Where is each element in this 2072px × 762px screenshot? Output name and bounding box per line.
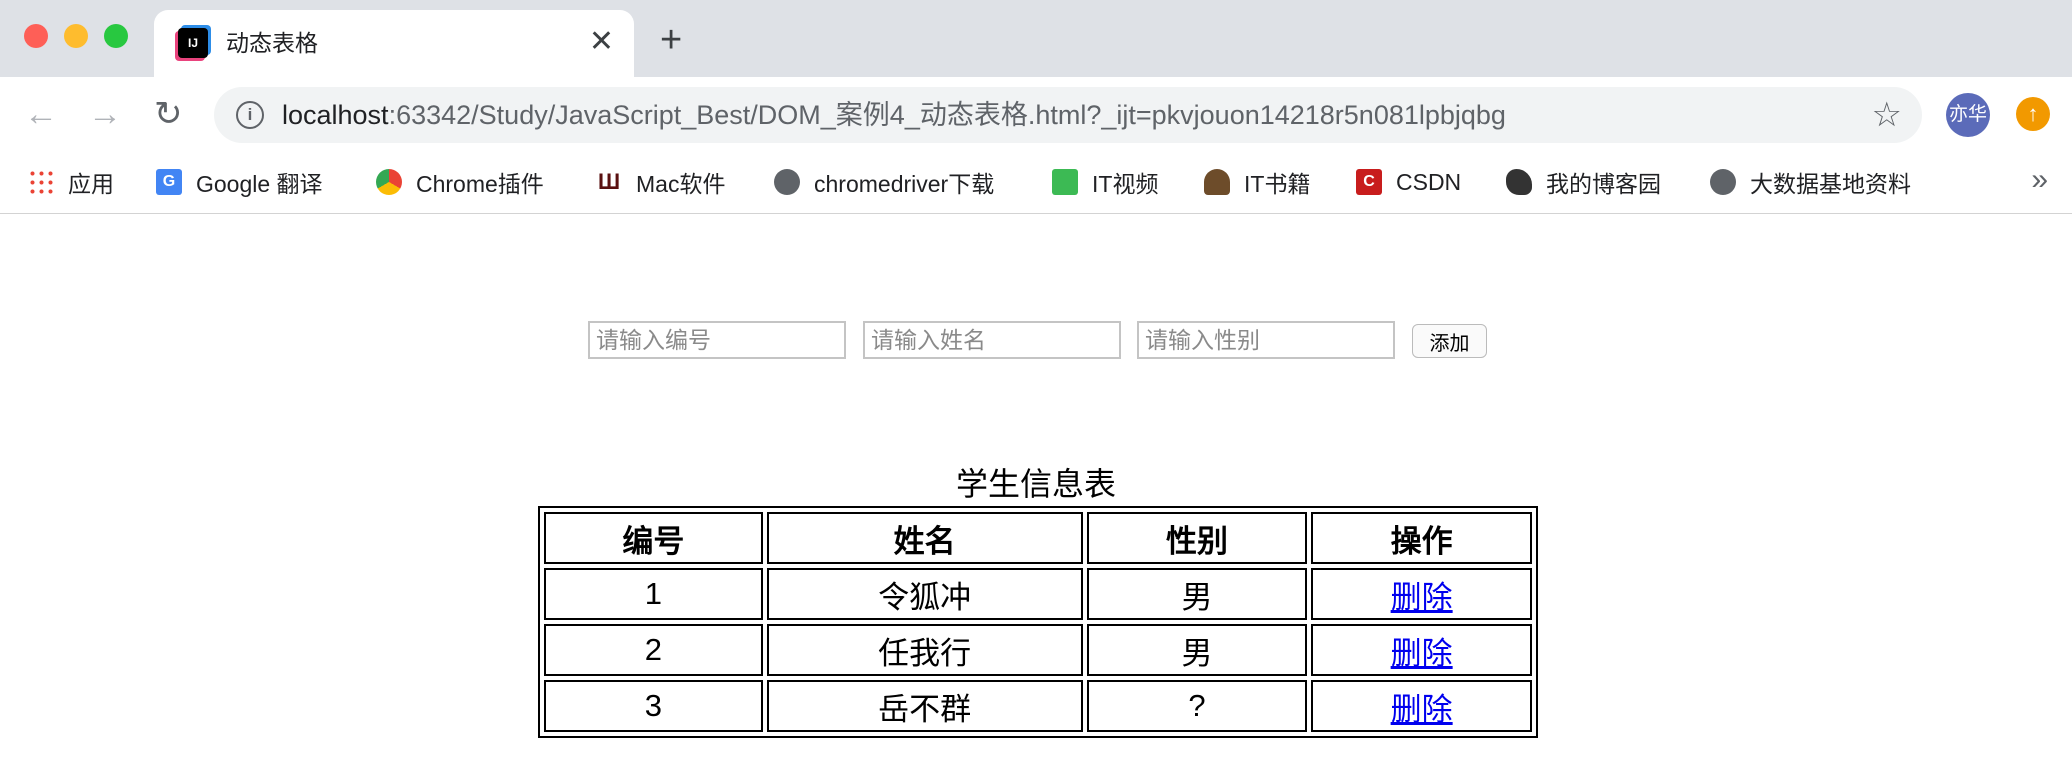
cell-id: 3: [544, 680, 763, 732]
blog-icon: [1506, 169, 1532, 195]
chrome-icon: [376, 169, 402, 195]
bookmark-item[interactable]: 我的博客园: [1506, 165, 1661, 199]
bookmark-item[interactable]: IT视频: [1052, 165, 1158, 199]
header-action: 操作: [1311, 512, 1532, 564]
name-input[interactable]: [863, 321, 1121, 359]
cell-name: 岳不群: [766, 680, 1083, 732]
bookmark-label: 应用: [68, 171, 114, 197]
window-minimize-button[interactable]: [64, 24, 88, 48]
cell-gender: ?: [1086, 680, 1308, 732]
header-gender: 性别: [1086, 512, 1308, 564]
address-bar[interactable]: i localhost:63342/Study/JavaScript_Best/…: [214, 87, 1922, 143]
update-arrow-icon[interactable]: ↑: [2016, 97, 2050, 131]
tab-title: 动态表格: [226, 30, 318, 56]
mac-software-icon: Ш: [597, 169, 621, 194]
profile-avatar[interactable]: 亦华: [1946, 93, 1990, 137]
tab-bar: IJ 动态表格 ✕ +: [0, 0, 2072, 77]
table-header-row: 编号 姓名 性别 操作: [544, 512, 1532, 564]
header-id: 编号: [544, 512, 763, 564]
delete-link[interactable]: 删除: [1391, 692, 1453, 727]
video-icon: [1052, 169, 1078, 195]
bookmark-item[interactable]: chromedriver下载: [774, 165, 994, 199]
bookmark-label: CSDN: [1396, 168, 1462, 195]
url-path: :63342/Study/JavaScript_Best/DOM_案例4_动态表…: [388, 100, 1506, 130]
table-row: 1 令狐冲 男 删除: [544, 568, 1532, 620]
globe-icon: [774, 169, 800, 195]
apps-grid-icon: [28, 169, 54, 195]
cell-action: 删除: [1311, 680, 1532, 732]
url-text[interactable]: localhost:63342/Study/JavaScript_Best/DO…: [282, 99, 1506, 131]
bookmark-label: Chrome插件: [416, 171, 544, 197]
bookmark-item[interactable]: Chrome插件: [376, 165, 544, 199]
new-tab-button[interactable]: +: [660, 20, 682, 60]
back-arrow-icon[interactable]: ←: [24, 94, 58, 134]
cell-action: 删除: [1311, 568, 1532, 620]
csdn-icon: C: [1356, 169, 1382, 195]
url-host: localhost: [282, 100, 389, 130]
cell-gender: 男: [1086, 624, 1308, 676]
bookmark-item[interactable]: C CSDN: [1356, 165, 1461, 199]
delete-link[interactable]: 删除: [1391, 636, 1453, 671]
bookmark-label: 我的博客园: [1546, 171, 1661, 197]
bookmarks-bar: 应用 G Google 翻译 Chrome插件 Ш Mac软件 chromedr…: [0, 151, 2072, 214]
id-input[interactable]: [588, 321, 846, 359]
google-translate-icon: G: [156, 169, 182, 195]
globe-icon: [1710, 169, 1736, 195]
bookmark-label: Mac软件: [636, 171, 726, 197]
forward-arrow-icon[interactable]: →: [88, 94, 122, 134]
cell-name: 令狐冲: [766, 568, 1083, 620]
bookmark-star-icon[interactable]: ☆: [1872, 95, 1902, 135]
reload-icon[interactable]: ↻: [154, 94, 183, 134]
table-row: 2 任我行 男 删除: [544, 624, 1532, 676]
bookmark-label: IT书籍: [1244, 171, 1311, 197]
gender-input[interactable]: [1137, 321, 1395, 359]
bookmark-item[interactable]: G Google 翻译: [156, 165, 323, 199]
student-table: 编号 姓名 性别 操作 1 令狐冲 男 删除 2 任我行 男 删除 3 岳不群 …: [538, 506, 1538, 738]
window-close-button[interactable]: [24, 24, 48, 48]
window-maximize-button[interactable]: [104, 24, 128, 48]
bookmark-label: chromedriver下载: [814, 171, 995, 197]
add-student-form: 添加: [0, 321, 2072, 361]
bookmark-item[interactable]: IT书籍: [1204, 165, 1310, 199]
header-name: 姓名: [766, 512, 1083, 564]
bookmark-item[interactable]: 应用: [28, 165, 114, 199]
bookmark-item[interactable]: Ш Mac软件: [596, 165, 726, 199]
bookmark-label: IT视频: [1092, 171, 1159, 197]
browser-toolbar: ← → ↻ i localhost:63342/Study/JavaScript…: [0, 77, 2072, 151]
delete-link[interactable]: 删除: [1391, 580, 1453, 615]
cell-id: 2: [544, 624, 763, 676]
cell-id: 1: [544, 568, 763, 620]
table-caption: 学生信息表: [955, 466, 1116, 502]
bookmark-label: 大数据基地资料: [1750, 171, 1911, 197]
add-button[interactable]: 添加: [1412, 324, 1487, 358]
cell-name: 任我行: [766, 624, 1083, 676]
more-bookmarks-icon[interactable]: »: [2031, 163, 2048, 197]
intellij-icon: IJ: [178, 28, 208, 58]
active-tab[interactable]: IJ 动态表格 ✕: [154, 10, 634, 77]
cell-action: 删除: [1311, 624, 1532, 676]
table-row: 3 岳不群 ? 删除: [544, 680, 1532, 732]
bookmark-item[interactable]: 大数据基地资料: [1710, 165, 1911, 199]
cell-gender: 男: [1086, 568, 1308, 620]
book-icon: [1204, 169, 1230, 195]
close-tab-icon[interactable]: ✕: [589, 26, 614, 58]
bookmark-label: Google 翻译: [196, 171, 323, 197]
info-icon[interactable]: i: [236, 101, 264, 129]
